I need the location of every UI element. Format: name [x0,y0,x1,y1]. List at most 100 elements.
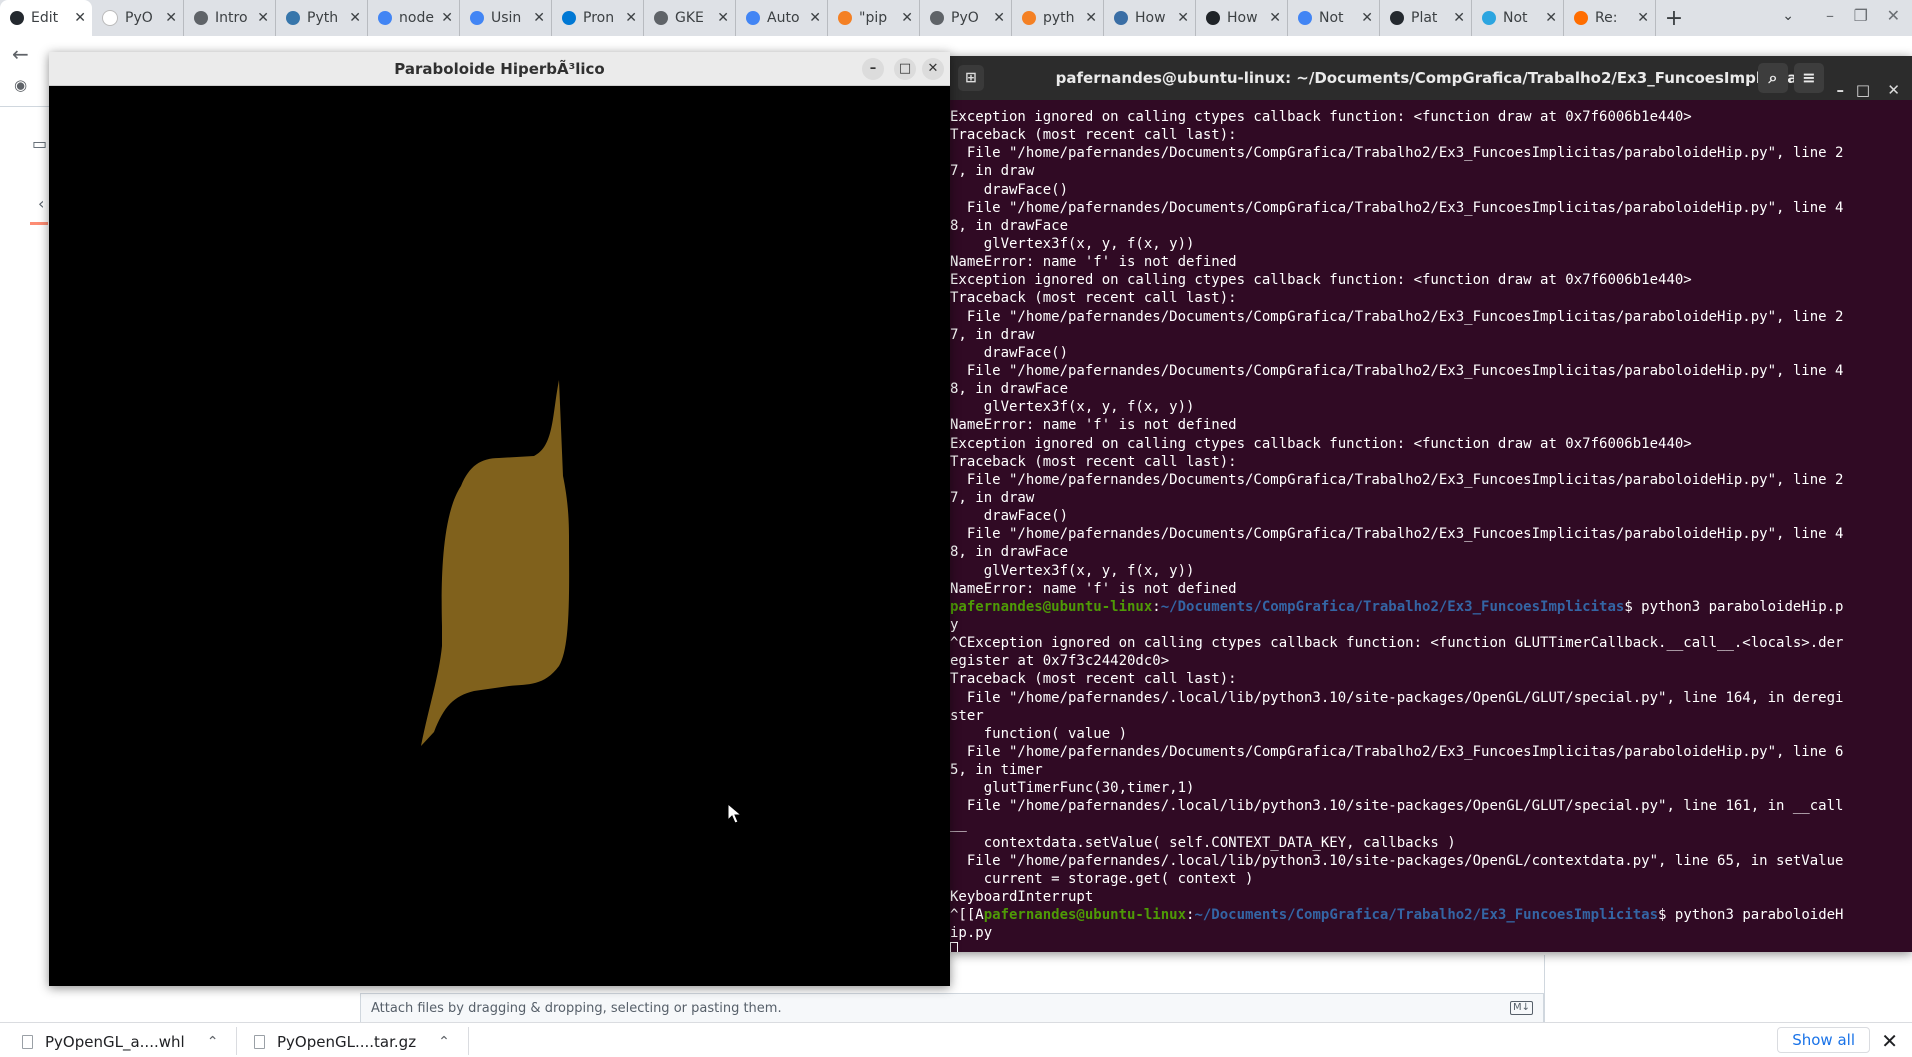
minimize-icon[interactable]: – [1826,6,1834,25]
search-icon[interactable]: ⌕ [1758,63,1788,93]
terminal-line: Exception ignored on calling ctypes call… [950,109,1692,125]
tab-label: GKE [675,10,704,26]
browser-tab[interactable]: Plat ✕ [1380,0,1472,36]
browser-tab[interactable]: Not ✕ [1472,0,1564,36]
browser-tab[interactable]: PyO ✕ [920,0,1012,36]
browser-tab[interactable]: GKE ✕ [644,0,736,36]
diamond-icon [1574,11,1588,25]
browser-tab[interactable]: Not ✕ [1288,0,1380,36]
cloud-icon [562,11,576,25]
terminal-line: 5, in timer [950,762,1043,779]
terminal-line: File "/home/pafernandes/Documents/CompGr… [950,526,1844,543]
tab-close-icon[interactable]: ✕ [1453,10,1465,26]
terminal-line: Traceback (most recent call last): [950,453,1237,470]
stackoverflow-icon [838,11,852,25]
tab-close-icon[interactable]: ✕ [1637,10,1649,26]
download-separator [236,1027,237,1055]
browser-tab[interactable]: Pyth ✕ [276,0,368,36]
new-terminal-tab-icon[interactable]: ⊞ [958,65,984,91]
terminal-line: 7, in draw [950,326,1035,343]
markdown-icon: M↓ [1509,1001,1533,1015]
browser-tab[interactable]: node ✕ [368,0,460,36]
tab-close-icon[interactable]: ✕ [625,10,637,26]
tab-label: PyO [951,10,979,26]
downloads-bar: PyOpenGL_a....whl ⌃ PyOpenGL....tar.gz ⌃… [0,1022,1912,1057]
tab-close-icon[interactable]: ✕ [809,10,821,26]
browser-tab[interactable]: Auto ✕ [736,0,828,36]
terminal-line: drawFace() [950,508,1069,525]
globe-icon [194,11,208,25]
browser-tab[interactable]: Usin ✕ [460,0,552,36]
browser-tab[interactable]: Edit ✕ [0,0,92,36]
show-all-button[interactable]: Show all [1777,1027,1870,1053]
terminal-line: File "/home/pafernandes/.local/lib/pytho… [950,689,1844,706]
opengl-window[interactable]: Paraboloide HiperbÃ³lico – □ ✕ [49,52,950,986]
browser-tab[interactable]: pyth ✕ [1012,0,1104,36]
terminal-titlebar[interactable]: ⊞ pafernandes@ubuntu-linux: ~/Documents/… [950,56,1912,100]
browser-tab[interactable]: How ✕ [1104,0,1196,36]
tab-close-icon[interactable]: ✕ [74,10,86,26]
browser-tab[interactable]: Pron ✕ [552,0,644,36]
terminal-line: NameError: name 'f' is not defined [950,417,1237,434]
back-arrow-icon[interactable]: ← [12,42,29,66]
tab-close-icon[interactable]: ✕ [1545,10,1557,26]
globe-icon [654,11,668,25]
opengl-canvas[interactable] [49,86,950,986]
download-item[interactable]: PyOpenGL_a....whl ⌃ [22,1029,218,1055]
terminal-line: File "/home/pafernandes/Documents/CompGr… [950,308,1844,325]
terminal-line: File "/home/pafernandes/Documents/CompGr… [950,145,1844,162]
restore-icon[interactable]: ❐ [1854,6,1868,25]
download-separator [468,1027,469,1055]
close-window-icon[interactable]: ✕ [1887,6,1900,25]
tab-close-icon[interactable]: ✕ [717,10,729,26]
maximize-icon[interactable]: □ [894,58,916,80]
browser-tab[interactable]: Re: ✕ [1564,0,1656,36]
tab-close-icon[interactable]: ✕ [165,10,177,26]
tab-close-icon[interactable]: ✕ [1361,10,1373,26]
tab-search-chevron-icon[interactable]: ⌄ [1782,8,1794,24]
close-icon[interactable]: ✕ [1887,68,1900,112]
github-small-icon[interactable]: ◉ [14,76,27,94]
terminal-line: Traceback (most recent call last): [950,290,1237,307]
maximize-icon[interactable]: □ [1856,68,1870,112]
tab-label: Plat [1411,10,1438,26]
tab-close-icon[interactable]: ✕ [441,10,453,26]
tab-label: Pron [583,10,615,26]
terminal-line: 7, in draw [950,163,1035,180]
chevron-up-icon[interactable]: ⌃ [438,1034,450,1050]
tab-close-icon[interactable]: ✕ [257,10,269,26]
tab-close-icon[interactable]: ✕ [1085,10,1097,26]
terminal-output[interactable]: Exception ignored on calling ctypes call… [950,108,1912,952]
tab-close-icon[interactable]: ✕ [533,10,545,26]
tab-close-icon[interactable]: ✕ [349,10,361,26]
minimize-icon[interactable]: – [862,58,884,80]
browser-tab[interactable]: PyO ✕ [92,0,184,36]
collapse-chevron-icon[interactable]: ‹ [38,194,44,213]
terminal-line: glVertex3f(x, y, f(x, y)) [950,399,1195,416]
terminal-window[interactable]: ⊞ pafernandes@ubuntu-linux: ~/Documents/… [950,56,1912,952]
tab-label: How [1135,10,1166,26]
browser-tab[interactable]: How ✕ [1196,0,1288,36]
browser-tab[interactable]: "pip ✕ [828,0,920,36]
tab-close-icon[interactable]: ✕ [993,10,1005,26]
terminal-title: pafernandes@ubuntu-linux: ~/Documents/Co… [1055,69,1807,87]
close-icon[interactable]: ✕ [922,58,944,80]
google-icon [378,11,392,25]
tab-close-icon[interactable]: ✕ [1269,10,1281,26]
sidebar-repo-icon[interactable]: ▭ [32,134,47,153]
tab-close-icon[interactable]: ✕ [901,10,913,26]
close-downloads-icon[interactable]: ✕ [1881,1029,1898,1053]
browser-tab[interactable]: Intro ✕ [184,0,276,36]
opengl-titlebar[interactable]: Paraboloide HiperbÃ³lico – □ ✕ [49,52,950,86]
terminal-line: contextdata.setValue( self.CONTEXT_DATA_… [950,834,1456,851]
attach-files-area[interactable]: Attach files by dragging & dropping, sel… [360,993,1544,1025]
download-item[interactable]: PyOpenGL....tar.gz ⌃ [254,1029,450,1055]
chevron-up-icon[interactable]: ⌃ [207,1034,219,1050]
gcloud-icon [746,11,760,25]
terminal-line: Exception ignored on calling ctypes call… [950,435,1692,452]
terminal-line: drawFace() [950,181,1069,198]
minimize-icon[interactable]: – [1837,68,1845,112]
tab-close-icon[interactable]: ✕ [1177,10,1189,26]
hamburger-menu-icon[interactable]: ≡ [1794,63,1824,93]
new-tab-button[interactable]: + [1656,6,1692,31]
